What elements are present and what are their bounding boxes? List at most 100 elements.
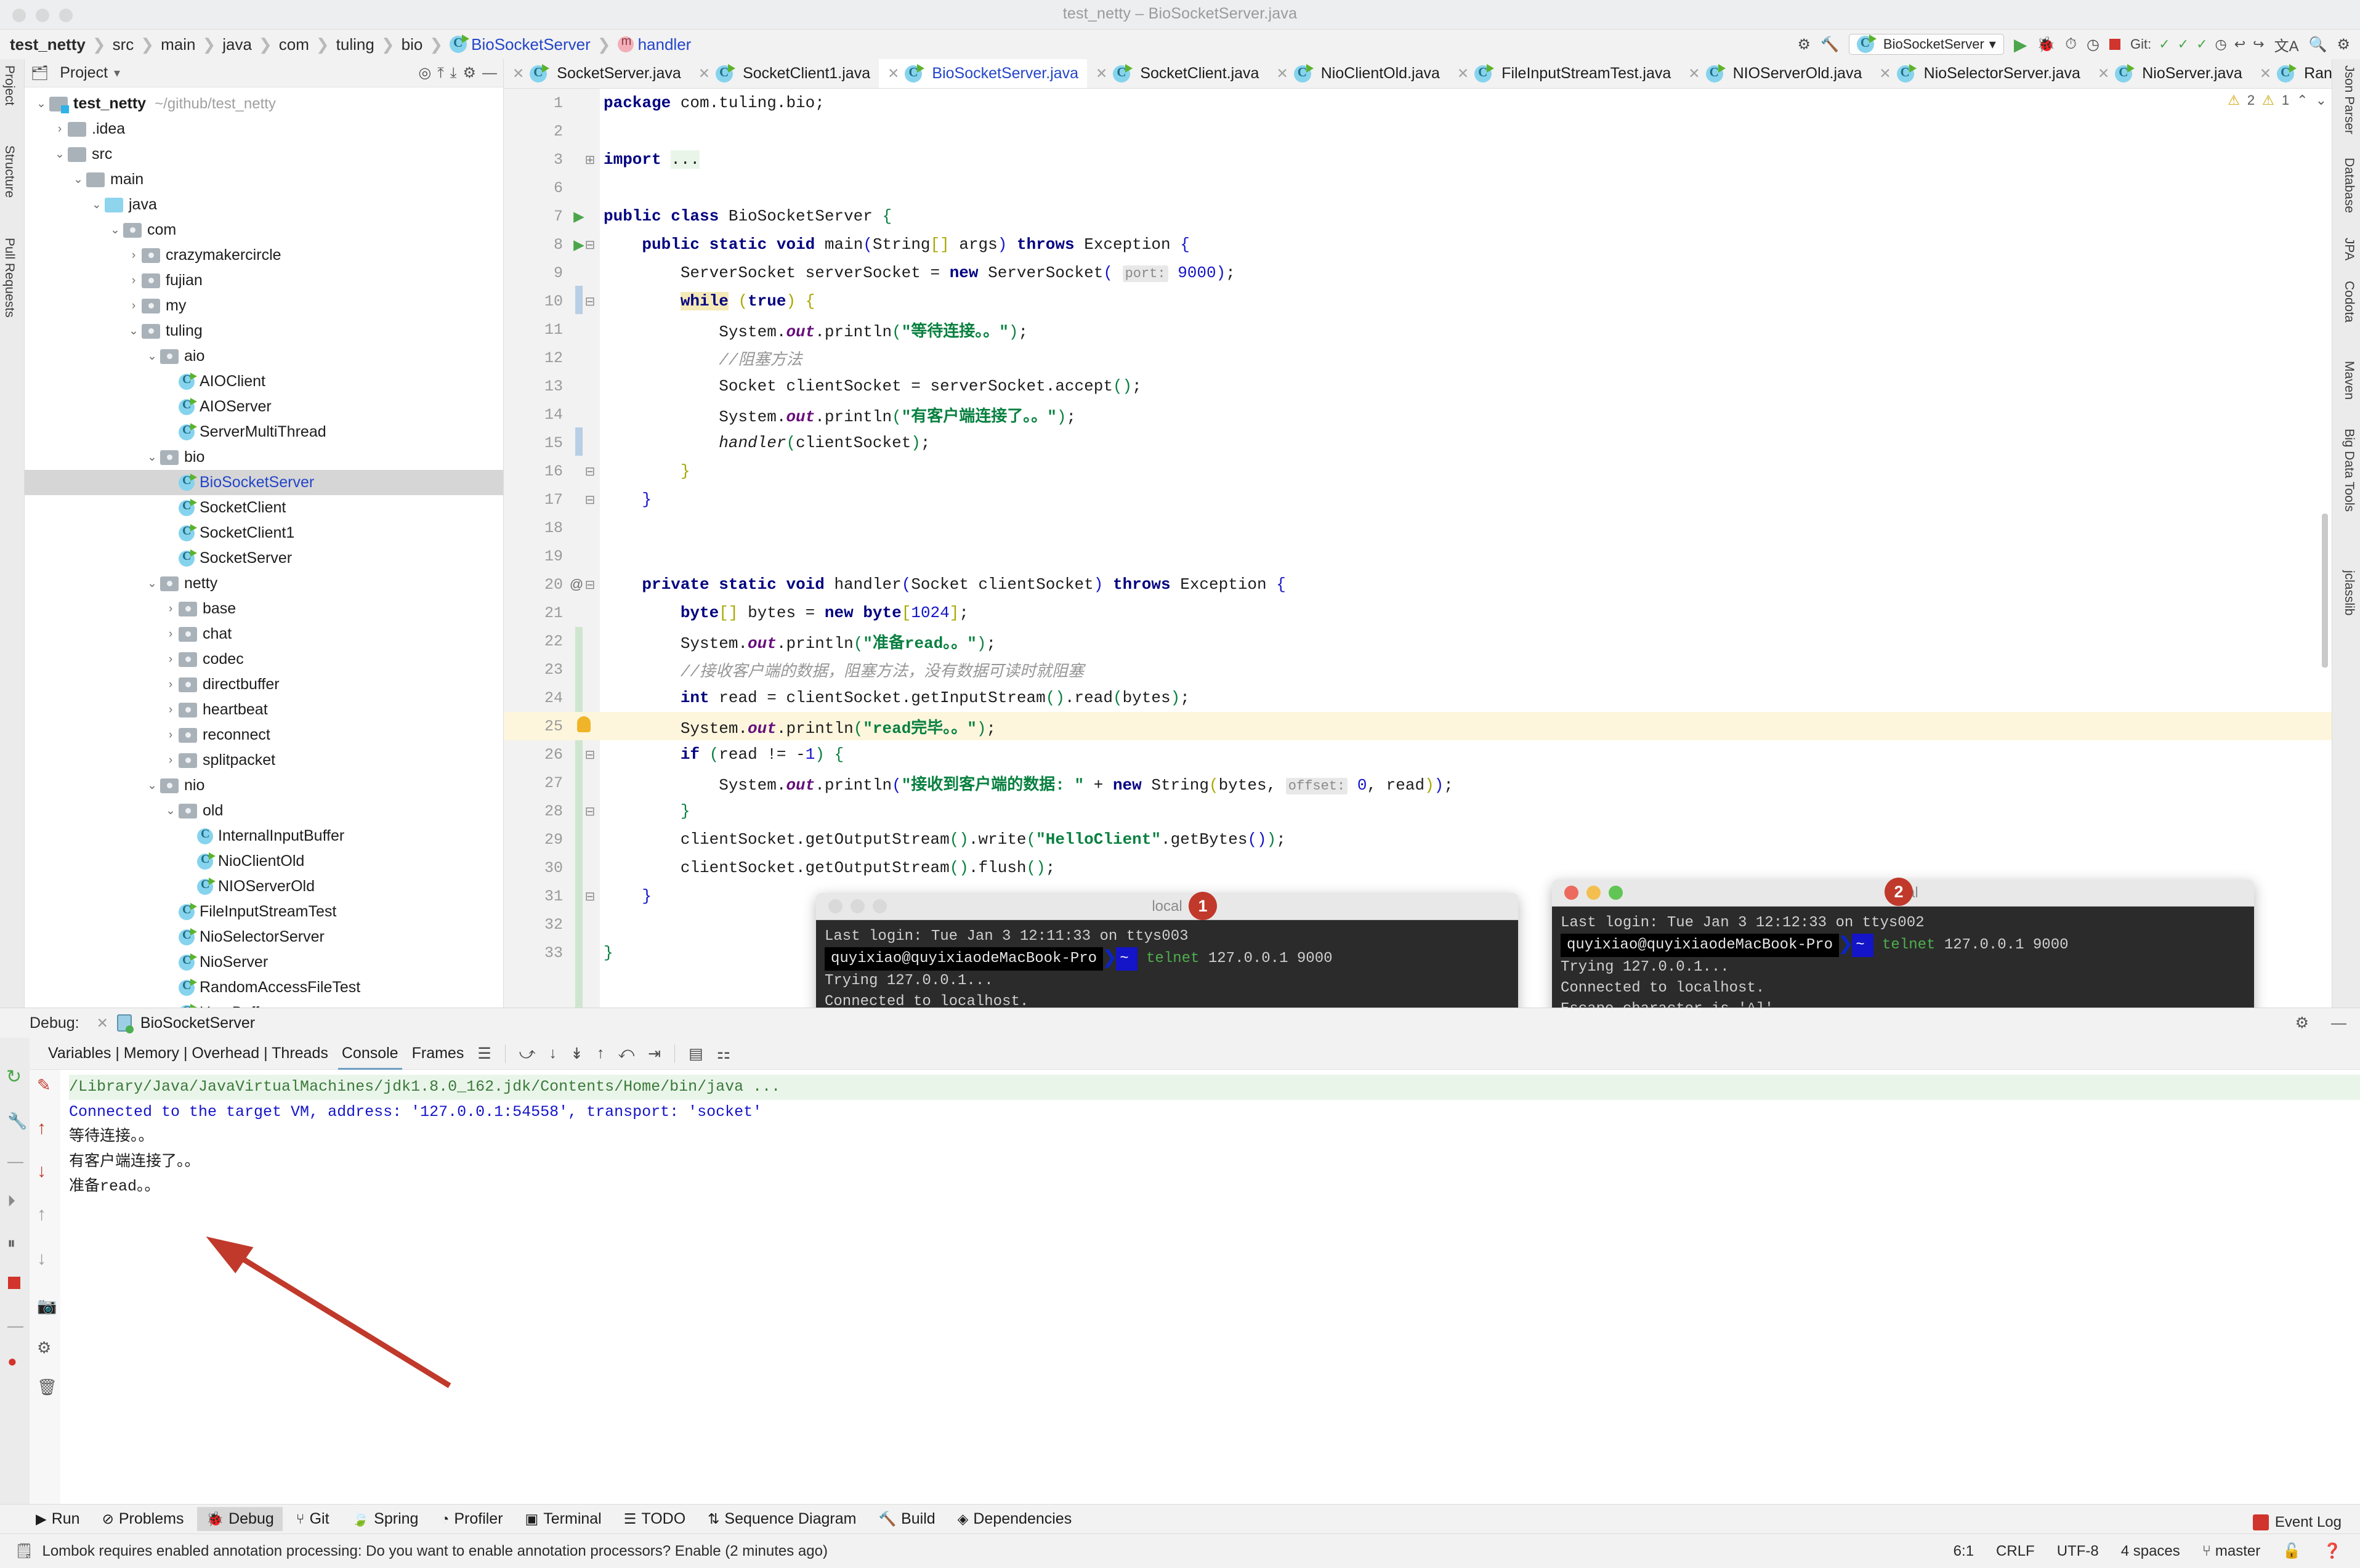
code-line[interactable]: 13 Socket clientSocket = serverSocket.ac… — [504, 372, 2332, 400]
stop-button[interactable] — [2109, 39, 2120, 50]
close-icon[interactable]: ✕ — [512, 65, 524, 82]
chevron-down-icon[interactable]: ⌄ — [33, 97, 49, 111]
search-everywhere-icon[interactable]: ⚙ — [1798, 36, 1811, 54]
run-gutter-icon[interactable]: ▶ — [565, 208, 592, 225]
tree-item-codec[interactable]: › codec — [25, 647, 503, 672]
tree-item-src[interactable]: ⌄ src — [25, 142, 503, 167]
notification-icon[interactable]: 🗒 — [15, 1542, 33, 1560]
breadcrumb-item-src[interactable]: src — [113, 35, 134, 54]
tree-item-internalinputbuffer[interactable]: InternalInputBuffer — [25, 823, 503, 849]
git-push-icon[interactable]: ✓ — [2196, 36, 2207, 52]
git-history-icon[interactable]: ◷ — [2215, 36, 2227, 52]
tree-item-nioselectorserver[interactable]: NioSelectorServer — [25, 924, 503, 950]
tree-item-nioclientold[interactable]: NioClientOld — [25, 849, 503, 874]
editor-tabs[interactable]: ✕ SocketServer.java ✕ SocketClient1.java ✕ Bi… — [504, 59, 2332, 89]
intention-bulb-icon[interactable] — [570, 716, 597, 736]
settings-gear-icon[interactable]: ⚙ — [2337, 36, 2350, 54]
editor-tab-socketclient1[interactable]: ✕ SocketClient1.java — [690, 59, 879, 88]
editor-scrollbar[interactable] — [2322, 514, 2328, 668]
file-encoding[interactable]: UTF-8 — [2057, 1543, 2099, 1560]
tree-item-base[interactable]: › base — [25, 596, 503, 621]
tree-item-main[interactable]: ⌄ main — [25, 167, 503, 192]
tree-item-netty[interactable]: ⌄ netty — [25, 571, 503, 596]
editor-tab-nioserverold[interactable]: ✕ NIOServerOld.java — [1679, 59, 1870, 88]
layout-icon[interactable]: ☰ — [477, 1045, 491, 1063]
code-line[interactable]: 2 — [504, 117, 2332, 145]
code-line[interactable]: 22 System.out.println("准备read。。"); — [504, 627, 2332, 655]
close-icon[interactable]: ✕ — [2098, 65, 2109, 82]
chevron-down-icon[interactable]: ⌄ — [144, 450, 160, 464]
chevron-right-icon[interactable]: › — [52, 123, 68, 136]
settings-gear-icon[interactable]: ⚙ — [463, 64, 476, 82]
code-line[interactable]: 15 handler(clientSocket); — [504, 429, 2332, 457]
tree-item-fujian[interactable]: › fujian — [25, 268, 503, 293]
chevron-down-icon[interactable]: ⌄ — [144, 576, 160, 591]
rail-item-jpa[interactable]: JPA — [2342, 238, 2356, 261]
tree-item-nio[interactable]: ⌄ nio — [25, 773, 503, 798]
collapse-fold-icon[interactable]: ⊟ — [576, 747, 604, 762]
tree-item-java[interactable]: ⌄ java — [25, 192, 503, 217]
bottom-tool-dependencies[interactable]: ◈ Dependencies — [949, 1507, 1081, 1531]
code-line[interactable]: 25 System.out.println("read完毕。。"); — [504, 712, 2332, 740]
debug-tab-console[interactable]: Console — [337, 1045, 402, 1071]
chevron-right-icon[interactable]: › — [163, 754, 179, 767]
tree-item-socketclient1[interactable]: SocketClient1 — [25, 520, 503, 546]
editor-tab-socketserver[interactable]: ✕ SocketServer.java — [504, 59, 690, 88]
debug-toolbar[interactable]: Variables | Memory | Overhead | Threads … — [30, 1038, 2360, 1071]
collapse-fold-icon[interactable]: ⊟ — [576, 492, 604, 507]
run-to-cursor-icon[interactable]: ⇥ — [648, 1045, 661, 1063]
tree-item-aio[interactable]: ⌄ aio — [25, 344, 503, 369]
code-line[interactable]: 8 ▶ ⊟ public static void main(String[] arg… — [504, 230, 2332, 259]
chevron-right-icon[interactable]: › — [163, 653, 179, 666]
code-line[interactable]: 3 ⊞ import ... — [504, 145, 2332, 174]
run-configuration-selector[interactable]: BioSocketServer ▾ — [1848, 34, 2004, 55]
debug-tab-variables-group[interactable]: Variables | Memory | Overhead | Threads — [48, 1045, 328, 1062]
debug-button[interactable]: 🐞 — [2037, 36, 2055, 54]
rail-item-json-parser[interactable]: Json Parser — [2342, 65, 2356, 134]
trash-icon[interactable]: 🗑 — [37, 1378, 57, 1397]
rail-item-structure[interactable]: Structure — [2, 145, 17, 198]
inspection-widget[interactable]: ⚠ 2 ⚠ 1 ⌃ ⌄ — [2228, 92, 2327, 108]
chevron-down-icon[interactable]: ⌄ — [2316, 92, 2327, 108]
chevron-down-icon[interactable]: ⌄ — [144, 349, 160, 363]
code-line[interactable]: 29 clientSocket.getOutputStream().write(… — [504, 825, 2332, 854]
camera-icon[interactable]: 📷 — [37, 1296, 57, 1315]
edit-configuration-icon[interactable]: 🔧 — [7, 1112, 27, 1131]
code-line[interactable]: 14 System.out.println("有客户端连接了。。"); — [504, 400, 2332, 429]
bottom-tool-git[interactable]: ⑂ Git — [288, 1507, 338, 1531]
tree-item-nioserver[interactable]: NioServer — [25, 950, 503, 975]
chevron-down-icon[interactable]: ⌄ — [70, 172, 86, 187]
bottom-tool-profiler[interactable]: ◔ Profiler — [432, 1507, 511, 1531]
chevron-right-icon[interactable]: › — [163, 602, 179, 616]
tree-item-aioclient[interactable]: AIOClient — [25, 369, 503, 394]
tree-item-servermultithread[interactable]: ServerMultiThread — [25, 419, 503, 445]
translate-icon[interactable]: 文A — [2274, 34, 2299, 55]
breadcrumb-item-bio[interactable]: bio — [402, 35, 423, 54]
view-breakpoints-icon[interactable]: — — [7, 1316, 23, 1335]
indent-setting[interactable]: 4 spaces — [2121, 1543, 2180, 1560]
evaluate-expression-icon[interactable]: ▤ — [689, 1045, 703, 1063]
code-line[interactable]: 17 ⊟ } — [504, 485, 2332, 514]
tree-item-socketclient[interactable]: SocketClient — [25, 495, 503, 520]
tree-item-com[interactable]: ⌄ com — [25, 217, 503, 243]
tree-item-aioserver[interactable]: AIOServer — [25, 394, 503, 419]
redo-icon[interactable]: ↪ — [2253, 36, 2264, 52]
breadcrumb-item-com[interactable]: com — [279, 35, 309, 54]
resume-program-icon[interactable]: ⏵ — [7, 1192, 15, 1211]
code-line[interactable]: 11 System.out.println("等待连接。。"); — [504, 315, 2332, 344]
tree-item-randomaccessfiletest[interactable]: RandomAccessFileTest — [25, 975, 503, 1000]
profile-button[interactable]: ◷ — [2087, 36, 2099, 54]
mute-breakpoints-icon[interactable]: — — [7, 1152, 23, 1171]
code-line[interactable]: 9 ServerSocket serverSocket = new Server… — [504, 259, 2332, 287]
soft-wrap-icon[interactable]: ↑ — [37, 1204, 46, 1225]
tree-item-heartbeat[interactable]: › heartbeat — [25, 697, 503, 722]
editor-tab-nioserver[interactable]: ✕ NioServer.java — [2089, 59, 2251, 88]
run-with-coverage-button[interactable]: ⏱ — [2065, 36, 2077, 53]
pause-program-icon[interactable]: ⏸ — [7, 1234, 15, 1253]
chevron-right-icon[interactable]: › — [126, 249, 142, 262]
scroll-down-icon[interactable]: ↓ — [37, 1161, 46, 1182]
collapse-fold-icon[interactable]: ⊟ — [576, 294, 604, 309]
print-icon[interactable]: ✎ — [37, 1076, 51, 1095]
collapse-fold-icon[interactable]: ⊟ — [576, 804, 604, 819]
close-icon[interactable]: ✕ — [2260, 65, 2271, 82]
